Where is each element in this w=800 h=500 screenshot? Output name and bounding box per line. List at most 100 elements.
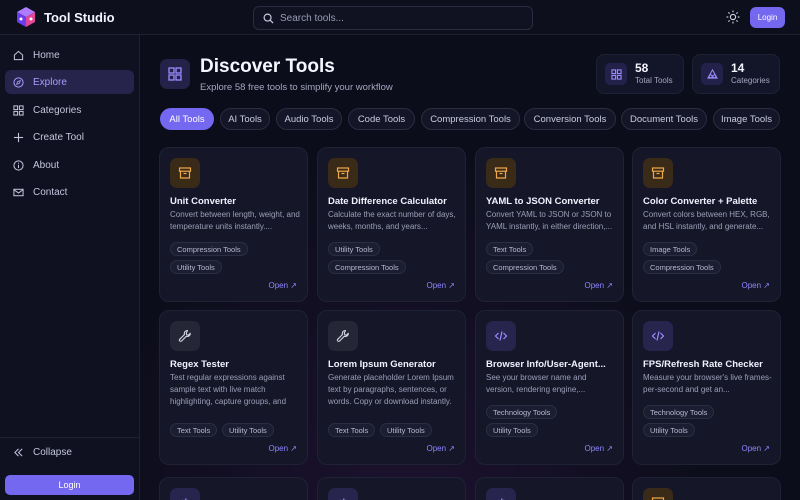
collapse-label: Collapse [33,446,72,458]
card-tag[interactable]: Utility Tools [222,423,274,437]
tool-card[interactable]: Browser Info/User-Agent... See your brow… [475,310,624,465]
card-tag[interactable]: Image Tools [643,242,698,256]
card-tag[interactable]: Utility Tools [170,260,222,274]
card-description: See your browser name and version, rende… [486,373,587,394]
collapse-button[interactable]: Collapse [5,440,134,464]
card-tag[interactable]: Technology Tools [486,405,558,419]
sidebar-item-label: Explore [33,76,67,88]
arrow-up-right-icon: ↗ [448,444,455,453]
stat-value: 14 [731,61,745,75]
tab-ai-tools[interactable]: AI Tools [220,108,270,130]
tool-card[interactable] [475,477,624,500]
card-title: FPS/Refresh Rate Checker [643,359,763,370]
sidebar-item-label: About [33,159,60,171]
stat-total-tools: 58 Total Tools [596,54,684,94]
card-tag[interactable]: Utility Tools [380,423,432,437]
card-tag[interactable]: Utility Tools [486,423,538,437]
tab-conversion-tools[interactable]: Conversion Tools [524,108,616,130]
tool-card[interactable]: FPS/Refresh Rate Checker Measure your br… [632,310,781,465]
open-link[interactable]: Open ↗ [584,444,613,453]
wrench-icon [178,329,191,342]
stat-label: Categories [731,76,770,85]
tool-card[interactable]: Regex Tester Test regular expressions ag… [159,310,308,465]
sidebar-item-about[interactable]: About [5,153,134,177]
card-tag[interactable]: Text Tools [170,423,218,437]
arrow-up-right-icon: ↗ [763,281,770,290]
chevrons-left-icon [14,447,23,457]
card-tag[interactable]: Text Tools [328,423,376,437]
sidebar-login-button[interactable]: Login [5,475,134,495]
search-input[interactable] [280,12,520,24]
open-label: Open [584,281,605,290]
sidebar-item-contact[interactable]: Contact [5,180,134,204]
card-icon-badge [328,321,358,351]
stat-label: Total Tools [635,76,673,85]
brand[interactable]: Tool Studio [15,6,255,28]
arrow-up-right-icon: ↗ [606,444,613,453]
open-link[interactable]: Open ↗ [268,281,297,290]
card-tag[interactable]: Technology Tools [643,405,715,419]
search-icon [263,13,274,24]
sidebar-item-explore[interactable]: Explore [5,70,134,94]
tab-document-tools[interactable]: Document Tools [621,108,707,130]
code-icon [651,331,665,341]
card-icon-badge [643,158,673,188]
sidebar-item-categories[interactable]: Categories [5,98,134,122]
card-description: Calculate the exact number of days, week… [328,210,456,231]
open-link[interactable]: Open ↗ [426,281,455,290]
card-tag[interactable]: Utility Tools [328,242,380,256]
open-label: Open [268,281,289,290]
card-title: Lorem Ipsum Generator [328,359,436,370]
tool-card[interactable]: Lorem Ipsum Generator Generate placehold… [317,310,466,465]
grid-icon [610,68,622,80]
tab-code-tools[interactable]: Code Tools [348,108,415,130]
card-tag[interactable]: Compression Tools [170,242,248,256]
tool-card[interactable]: YAML to JSON Converter Convert YAML to J… [475,147,624,302]
sidebar: Home Explore Categories Create Tool Abou… [0,35,140,500]
tab-audio-tools[interactable]: Audio Tools [276,108,342,130]
open-link[interactable]: Open ↗ [741,281,770,290]
open-label: Open [741,444,762,453]
sidebar-item-label: Contact [33,186,68,198]
login-button[interactable]: Login [750,7,785,28]
card-title: Regex Tester [170,359,229,370]
code-icon [494,331,508,341]
card-icon-badge [170,321,200,351]
stat-icon-badge [701,63,723,85]
arrow-up-right-icon: ↗ [448,281,455,290]
sidebar-item-home[interactable]: Home [5,43,134,67]
wrench-icon [336,329,349,342]
open-label: Open [584,444,605,453]
open-link[interactable]: Open ↗ [426,444,455,453]
home-icon [13,50,24,60]
main-content: Discover Tools Explore 58 free tools to … [140,35,800,500]
compass-icon [13,76,24,88]
card-tag[interactable]: Compression Tools [328,260,406,274]
tab-compression-tools[interactable]: Compression Tools [421,108,520,130]
card-tag[interactable]: Compression Tools [486,260,564,274]
tab-image-tools[interactable]: Image Tools [713,108,780,130]
sidebar-item-label: Create Tool [33,131,84,143]
tab-all-tools[interactable]: All Tools [160,108,214,130]
card-tag[interactable]: Compression Tools [643,260,721,274]
info-icon [13,159,24,171]
tool-card[interactable] [159,477,308,500]
card-tag[interactable]: Utility Tools [643,423,695,437]
code-icon [181,498,189,500]
sidebar-item-create-tool[interactable]: Create Tool [5,125,134,149]
tool-card[interactable]: Date Difference Calculator Calculate the… [317,147,466,302]
card-tag[interactable]: Text Tools [486,242,534,256]
open-label: Open [426,281,447,290]
card-icon-badge [486,321,516,351]
tool-card[interactable] [632,477,781,500]
search-box[interactable] [253,6,533,30]
tool-card[interactable] [317,477,466,500]
sun-icon[interactable] [726,10,740,24]
tool-card[interactable]: Unit Converter Convert between length, w… [159,147,308,302]
card-description: Measure your browser's live frames-per-s… [643,373,772,394]
tool-card[interactable]: Color Converter + Palette Convert colors… [632,147,781,302]
open-link[interactable]: Open ↗ [268,444,297,453]
open-link[interactable]: Open ↗ [584,281,613,290]
open-link[interactable]: Open ↗ [741,444,770,453]
card-description: Convert colors between HEX, RGB, and HSL… [643,210,770,231]
